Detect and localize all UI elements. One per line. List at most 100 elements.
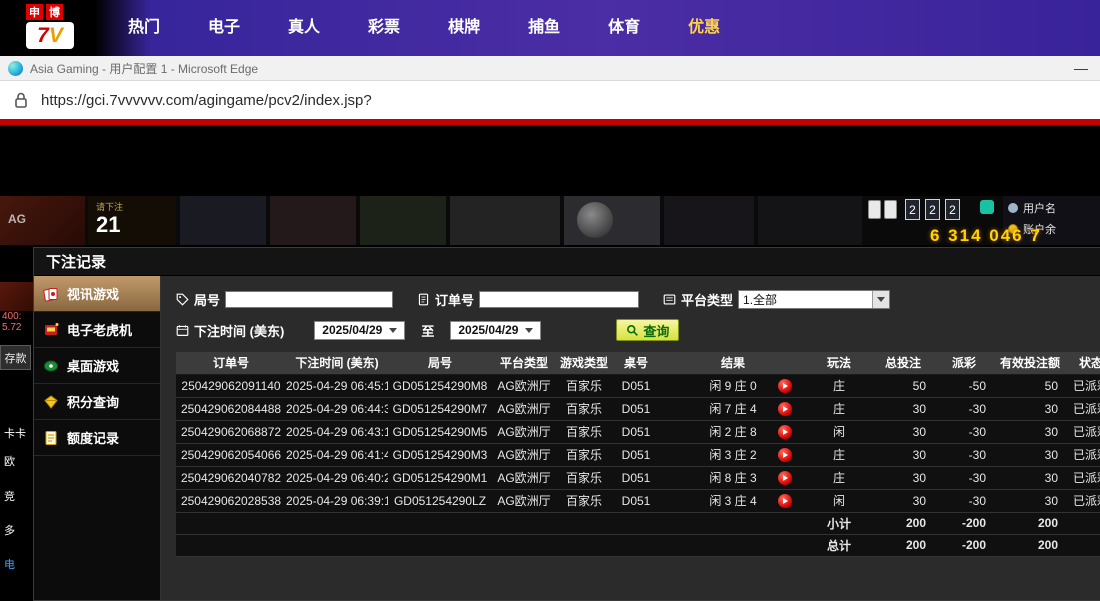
nav-menu: 热门 电子 真人 彩票 棋牌 捕鱼 体育 优惠 <box>104 0 744 56</box>
panel-title: 下注记录 <box>34 248 1100 276</box>
subtotal-label: 小计 <box>806 512 872 534</box>
total-valid: 200 <box>994 534 1066 556</box>
round-input[interactable] <box>225 291 393 308</box>
chevron-down-icon <box>389 328 397 333</box>
slot-machine-icon <box>43 322 59 338</box>
diamond-icon <box>43 394 59 410</box>
total-row: 总计 200 -200 200 <box>176 534 1100 556</box>
table-row: 250429062091140 2025-04-29 06:45:14 GD05… <box>176 374 1100 397</box>
col-round: 局号 <box>388 352 492 374</box>
replay-button[interactable] <box>778 494 792 508</box>
search-button[interactable]: 查询 <box>616 319 679 341</box>
play-icon <box>783 498 788 504</box>
cell-game: 百家乐 <box>556 489 612 512</box>
window-titlebar: Asia Gaming - 用户配置 1 - Microsoft Edge — <box>0 56 1100 81</box>
nav-item-live[interactable]: 真人 <box>264 0 344 56</box>
lock-icon[interactable] <box>14 92 28 108</box>
select-arrow[interactable] <box>872 291 889 308</box>
cell-order: 250429062091140 <box>176 374 286 397</box>
cell-valid: 30 <box>994 420 1066 443</box>
sidebar-item-quota-record[interactable]: 额度记录 <box>34 420 160 456</box>
nav-item-promo[interactable]: 优惠 <box>664 0 744 56</box>
cell-result: 闲 8 庄 3 <box>660 466 806 489</box>
cell-order: 250429062054066 <box>176 443 286 466</box>
platform-select[interactable]: 1.全部 <box>738 290 890 309</box>
cell-order: 250429062084488 <box>176 397 286 420</box>
nav-item-lottery[interactable]: 彩票 <box>344 0 424 56</box>
cell-time: 2025-04-29 06:39:17 <box>286 489 388 512</box>
replay-button[interactable] <box>778 471 792 485</box>
username-label: 用户名 <box>1023 200 1056 216</box>
table-row: 250429062054066 2025-04-29 06:41:42 GD05… <box>176 443 1100 466</box>
cell-status: 已派彩 <box>1066 374 1100 397</box>
play-icon <box>783 475 788 481</box>
side-menu-fragment[interactable]: 卡卡 <box>4 425 26 441</box>
total-bet: 200 <box>872 534 934 556</box>
logo-tiles: 申 博 <box>26 4 90 20</box>
cell-platform: AG欧洲厅 <box>492 374 556 397</box>
chevron-down-icon <box>525 328 533 333</box>
cell-time: 2025-04-29 06:45:14 <box>286 374 388 397</box>
cell-round: GD051254290M8 <box>388 374 492 397</box>
balance-fragment: 5.72 <box>2 322 21 333</box>
col-payout: 派彩 <box>934 352 994 374</box>
cell-side: 庄 <box>806 397 872 420</box>
side-menu-fragment[interactable]: 电 <box>4 556 15 572</box>
side-menu-fragment[interactable]: 多 <box>4 522 15 538</box>
order-icon <box>417 293 430 306</box>
cell-time: 2025-04-29 06:44:35 <box>286 397 388 420</box>
bet-record-table: 订单号 下注时间 (美东) 局号 平台类型 游戏类型 桌号 结果 玩法 总投注 … <box>176 352 1100 557</box>
sidebar-item-live-games[interactable]: 视讯游戏 <box>34 276 160 312</box>
replay-button[interactable] <box>778 402 792 416</box>
side-menu-fragment[interactable]: 竞 <box>4 488 15 504</box>
url-field[interactable]: https://gci.7vvvvvv.com/agingame/pcv2/in… <box>41 92 372 109</box>
sidebar-item-slot-machines[interactable]: 电子老虎机 <box>34 312 160 348</box>
game-thumb <box>360 196 446 245</box>
page-content: AG 请下注 21 2 2 2 用户名 <box>0 125 1100 601</box>
game-thumb <box>450 196 560 245</box>
site-logo[interactable]: 申 博 7V <box>26 4 90 53</box>
cell-round: GD051254290M5 <box>388 420 492 443</box>
nav-item-cards[interactable]: 棋牌 <box>424 0 504 56</box>
card-value: 2 <box>925 199 940 220</box>
logo-v: V <box>49 25 63 46</box>
nav-item-slots[interactable]: 电子 <box>184 0 264 56</box>
countdown-number: 21 <box>96 213 168 236</box>
window-title: Asia Gaming - 用户配置 1 - Microsoft Edge <box>30 60 1070 77</box>
order-input[interactable] <box>479 291 639 308</box>
cell-side: 闲 <box>806 489 872 512</box>
replay-button[interactable] <box>778 448 792 462</box>
side-menu-fragment[interactable]: 欧 <box>4 453 15 469</box>
col-game: 游戏类型 <box>556 352 612 374</box>
table-row: 250429062028538 2025-04-29 06:39:17 GD05… <box>176 489 1100 512</box>
table-row: 250429062040782 2025-04-29 06:40:24 GD05… <box>176 466 1100 489</box>
cell-game: 百家乐 <box>556 420 612 443</box>
card-back <box>868 200 881 219</box>
date-from-picker[interactable]: 2025/04/29 <box>314 321 405 340</box>
game-thumb <box>180 196 266 245</box>
cell-round: GD051254290M1 <box>388 466 492 489</box>
minimize-button[interactable]: — <box>1070 60 1092 76</box>
nav-item-sports[interactable]: 体育 <box>584 0 664 56</box>
game-thumb <box>664 196 754 245</box>
replay-button[interactable] <box>778 425 792 439</box>
cell-payout: -30 <box>934 420 994 443</box>
sidebar-item-table-games[interactable]: 桌面游戏 <box>34 348 160 384</box>
date-to-picker[interactable]: 2025/04/29 <box>450 321 541 340</box>
cell-bet: 30 <box>872 420 934 443</box>
cell-platform: AG欧洲厅 <box>492 420 556 443</box>
cell-status: 已派彩 <box>1066 420 1100 443</box>
cell-bet: 30 <box>872 489 934 512</box>
service-icon <box>980 200 994 214</box>
cell-game: 百家乐 <box>556 466 612 489</box>
table-row: 250429062084488 2025-04-29 06:44:35 GD05… <box>176 397 1100 420</box>
logo-char-shen: 申 <box>26 4 43 20</box>
filter-row-1: 局号 订单号 平台类型 1.全部 <box>176 288 1100 310</box>
sidebar-item-points-query[interactable]: 积分查询 <box>34 384 160 420</box>
deposit-button[interactable]: 存款 <box>0 345 31 370</box>
nav-item-fishing[interactable]: 捕鱼 <box>504 0 584 56</box>
nav-item-hot[interactable]: 热门 <box>104 0 184 56</box>
sidebar-item-label: 视讯游戏 <box>67 284 119 303</box>
cell-valid: 30 <box>994 397 1066 420</box>
replay-button[interactable] <box>778 379 792 393</box>
